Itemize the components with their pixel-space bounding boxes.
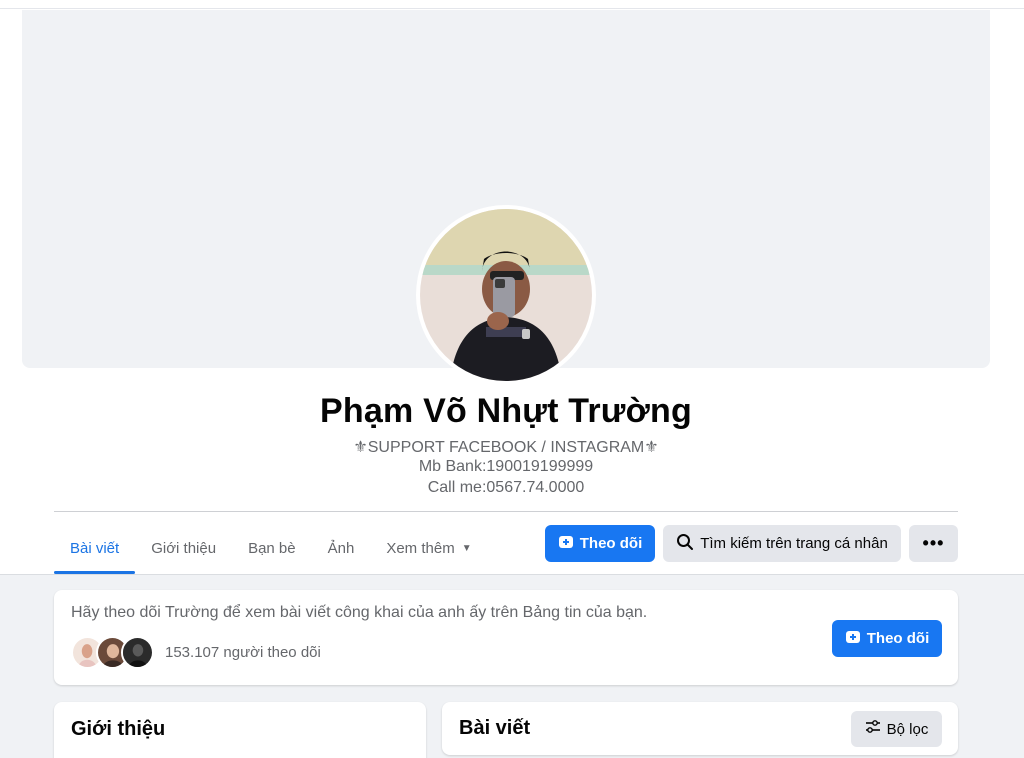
follow-prompt-text: Hãy theo dõi Trường để xem bài viết công…	[71, 604, 648, 621]
bio-line: Mb Bank:190019199999	[418, 458, 594, 475]
follow-prompt-card: Hãy theo dõi Trường để xem bài viết công…	[54, 590, 958, 685]
filter-button-label: Bộ lọc	[886, 720, 929, 738]
more-dots-icon: •••	[922, 533, 945, 553]
intro-card: Giới thiệu	[54, 702, 426, 758]
tab-label: Ảnh	[327, 539, 355, 557]
tab-label: Bài viết	[70, 539, 120, 557]
profile-picture[interactable]	[416, 205, 596, 385]
follower-count[interactable]: 153.107 người theo dõi	[165, 644, 321, 661]
add-user-icon	[558, 534, 574, 554]
top-bar	[0, 0, 1024, 9]
bio-line: Call me:0567.74.0000	[427, 479, 585, 496]
profile-name: Phạm Võ Nhựt Trường	[320, 392, 692, 430]
add-user-icon	[845, 629, 861, 649]
follower-avatars[interactable]	[71, 636, 154, 669]
tab-label: Bạn bè	[248, 539, 296, 557]
filter-button[interactable]: Bộ lọc	[851, 711, 942, 747]
bio-line: ⚜SUPPORT FACEBOOK / INSTAGRAM⚜	[353, 439, 659, 456]
tab-photos[interactable]: Ảnh	[312, 522, 371, 574]
follower-avatar	[121, 636, 154, 669]
follow-button[interactable]: Theo dõi	[545, 525, 655, 562]
filter-icon	[865, 719, 881, 739]
tab-posts[interactable]: Bài viết	[54, 522, 136, 574]
follow-button-label: Theo dõi	[579, 535, 643, 552]
tab-friends[interactable]: Bạn bè	[232, 522, 312, 574]
search-button-label: Tìm kiếm trên trang cá nhân	[700, 535, 888, 552]
posts-title: Bài viết	[459, 717, 531, 739]
follow-button-label: Theo dõi	[866, 630, 930, 647]
more-options-button[interactable]: •••	[909, 525, 958, 562]
avatar	[420, 209, 592, 381]
tab-about[interactable]: Giới thiệu	[135, 522, 232, 574]
intro-title: Giới thiệu	[71, 718, 166, 740]
tab-label: Xem thêm	[386, 539, 455, 557]
caret-down-icon: ▼	[461, 542, 472, 554]
profile-tabs: Bài viết Giới thiệu Bạn bè Ảnh Xem thêm ▼	[54, 522, 488, 574]
profile-search-button[interactable]: Tìm kiếm trên trang cá nhân	[663, 525, 901, 562]
tab-more[interactable]: Xem thêm ▼	[370, 522, 487, 574]
follow-button[interactable]: Theo dõi	[832, 620, 942, 657]
search-icon	[676, 533, 694, 555]
posts-card: Bài viết Bộ lọc	[442, 702, 958, 755]
divider	[54, 511, 958, 512]
tab-label: Giới thiệu	[151, 539, 217, 557]
